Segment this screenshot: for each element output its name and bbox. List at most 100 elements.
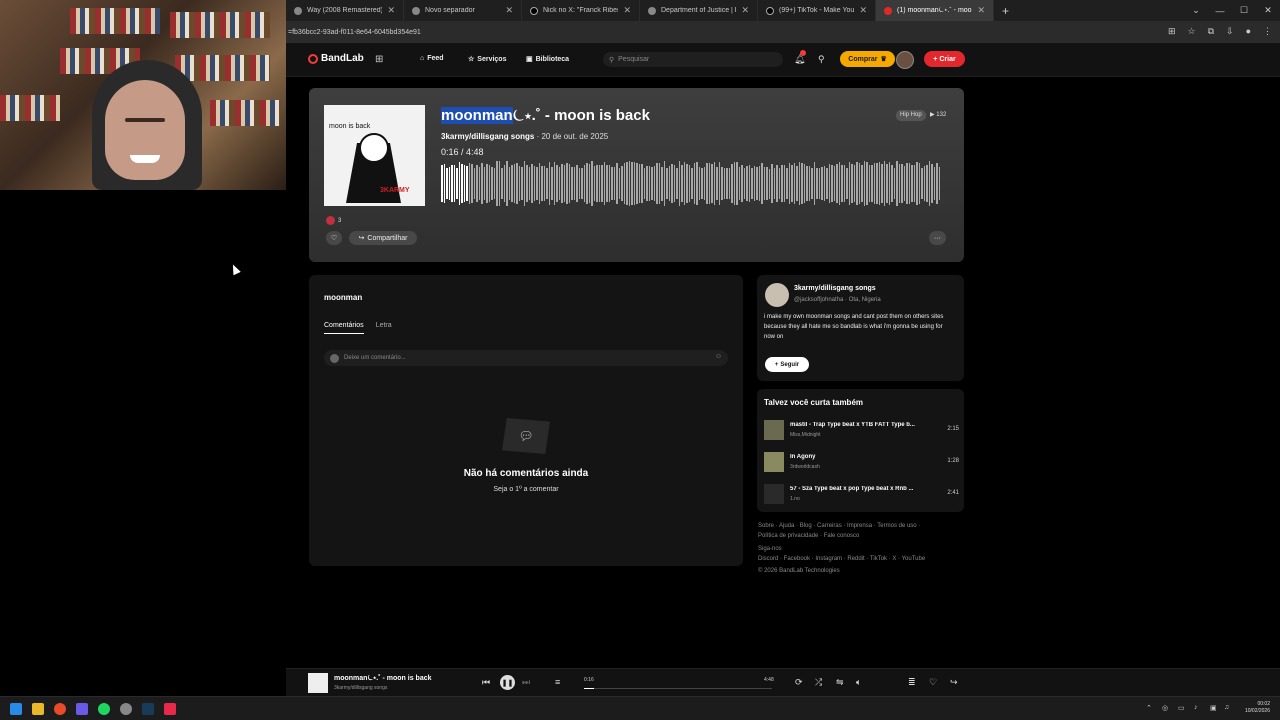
new-tab-button[interactable]: + — [994, 0, 1018, 21]
waveform-bar — [861, 165, 863, 202]
close-icon[interactable]: ✕ — [859, 5, 867, 16]
like-button[interactable]: ♡ — [326, 231, 342, 245]
next-icon[interactable]: ⏭ — [522, 677, 530, 688]
artist-name[interactable]: 3karmy/dillisgang songs — [794, 285, 876, 292]
playlist-add-icon[interactable]: ≣ — [908, 677, 916, 688]
shuffle-icon[interactable]: ⤮ — [815, 677, 822, 688]
app-icon[interactable] — [164, 703, 176, 715]
user-avatar[interactable] — [896, 51, 914, 69]
nav-feed[interactable]: ⌂ Feed — [420, 55, 444, 62]
likes-summary[interactable]: 3 — [326, 216, 341, 225]
waveform-bar — [806, 166, 808, 201]
github-icon[interactable] — [120, 703, 132, 715]
search-input[interactable]: ⚲ Pesquisar — [603, 52, 783, 67]
steam-icon[interactable] — [142, 703, 154, 715]
close-icon[interactable]: ✕ — [505, 5, 513, 16]
waveform-bar — [583, 165, 585, 202]
chrome-icon[interactable] — [54, 703, 66, 715]
create-button[interactable]: + Criar — [924, 51, 965, 67]
queue-icon[interactable]: ≡ — [555, 677, 560, 687]
bandlab-logo[interactable]: BandLab — [308, 53, 364, 64]
list-item[interactable]: mastil - Trap Type beat x YTB FATT Type … — [764, 420, 959, 444]
share-icon[interactable]: ↪ — [950, 677, 958, 688]
tray-app-icon[interactable]: ▭ — [1178, 704, 1185, 712]
browser-tab-active[interactable]: (1) moonman⏾⋆.˚ - moon i ✕ — [876, 0, 994, 21]
autoplay-icon[interactable]: ⇋ — [836, 677, 844, 688]
url-text[interactable]: =fb36bcc2-93ad-f011-8e64-6045bd354e91 — [288, 29, 421, 36]
browser-tab[interactable]: (99+) TikTok - Make Your Day✕ — [758, 0, 876, 21]
tab-comments[interactable]: Comentários — [324, 322, 364, 334]
microphone-icon[interactable]: ♪ — [1194, 704, 1198, 711]
windows-start-icon[interactable] — [10, 703, 22, 715]
track-artist-link[interactable]: 3karmy/dillisgang songs — [441, 132, 534, 141]
notifications-bell-icon[interactable]: 🔔︎ — [794, 50, 806, 65]
discord-icon[interactable] — [76, 703, 88, 715]
minimize-icon[interactable]: — — [1208, 6, 1232, 16]
artist-avatar[interactable] — [765, 283, 789, 307]
bookshelf-row — [170, 12, 270, 38]
close-icon[interactable]: ✕ — [741, 5, 749, 16]
pause-button[interactable]: ❚❚ — [500, 675, 515, 690]
browser-tab[interactable]: Novo separador ✕ — [404, 0, 522, 21]
repeat-icon[interactable]: ⟳ — [795, 677, 803, 688]
spotify-icon[interactable] — [98, 703, 110, 715]
browser-tab[interactable]: Nick no X: "Franck Ribery foun✕ — [522, 0, 640, 21]
waveform-bar — [828, 164, 830, 203]
tray-app-icon[interactable]: ◎ — [1162, 704, 1168, 712]
waveform-bar — [491, 167, 493, 200]
menu-dots-icon[interactable]: ⋮ — [1263, 26, 1272, 37]
apps-grid-icon[interactable]: ⊞ — [375, 54, 383, 65]
waveform-bar — [723, 168, 725, 199]
player-artist[interactable]: 3karmy/dillisgang songs — [334, 685, 387, 691]
waveform[interactable] — [441, 161, 948, 206]
waveform-bar — [643, 168, 645, 199]
taskbar-clock[interactable]: 00:02 10/02/2026 — [1245, 701, 1270, 715]
more-options-button[interactable]: ··· — [929, 231, 946, 245]
footer-follow-label: Siga-nos — [758, 546, 782, 552]
buy-button[interactable]: Comprar ♛ — [840, 51, 895, 67]
heart-icon[interactable]: ♡ — [929, 677, 937, 688]
profile-icon[interactable]: ● — [1246, 26, 1251, 37]
volume-icon[interactable]: ♫ — [1224, 704, 1229, 711]
install-icon[interactable]: ⊞ — [1168, 26, 1176, 37]
file-explorer-icon[interactable] — [32, 703, 44, 715]
bookmark-star-icon[interactable]: ☆ — [1188, 26, 1196, 37]
waveform-bar — [873, 163, 875, 204]
close-window-icon[interactable]: ✕ — [1256, 5, 1280, 16]
nav-services[interactable]: ☆ Serviços — [468, 55, 506, 64]
player-progress-bar[interactable] — [584, 688, 772, 689]
footer-social-links[interactable]: Discord · Facebook · Instagram · Reddit … — [758, 554, 968, 564]
list-item[interactable]: 57 - Sza Type beat x pop Type beat x Rnb… — [764, 484, 959, 508]
share-button[interactable]: ↪ Compartilhar — [349, 231, 417, 245]
player-title[interactable]: moonman⏾⋆.˚ - moon is back — [334, 675, 432, 683]
player-cover[interactable] — [308, 673, 328, 693]
volume-icon[interactable]: 🔈︎ — [856, 677, 861, 688]
footer-links[interactable]: Sobre · Ajuda · Blog · Carreiras · Impre… — [758, 521, 968, 531]
tab-lyrics[interactable]: Letra — [376, 322, 392, 334]
waveform-bar — [893, 167, 895, 200]
display-icon[interactable]: ▣ — [1210, 704, 1217, 712]
nav-library[interactable]: ▣ Biblioteca — [526, 55, 569, 64]
previous-icon[interactable]: ⏮ — [482, 677, 490, 688]
list-item[interactable]: In Agony 3rdworldcash 1:28 — [764, 452, 959, 476]
footer-links[interactable]: Política de privacidade · Fale conosco — [758, 531, 968, 541]
track-cover-art[interactable]: moon is back 3KARMY — [324, 105, 425, 206]
search-icon[interactable]: ⚲ — [818, 54, 825, 65]
emoji-icon[interactable]: ☺ — [715, 353, 722, 360]
downloads-icon[interactable]: ⇩ — [1226, 26, 1234, 37]
browser-tab[interactable]: Department of Justice | Epstein✕ — [640, 0, 758, 21]
extensions-icon[interactable]: ⧉ — [1208, 26, 1214, 37]
tab-search-icon[interactable]: ⌄ — [1184, 5, 1208, 16]
browser-tab[interactable]: Way (2008 Remastered) - Y✕ — [286, 0, 404, 21]
tray-chevron-icon[interactable]: ⌃ — [1146, 704, 1152, 712]
genre-badge[interactable]: Hip Hop — [896, 110, 926, 121]
maximize-icon[interactable]: ☐ — [1232, 5, 1256, 16]
close-icon[interactable]: ✕ — [387, 5, 395, 16]
address-bar[interactable]: =fb36bcc2-93ad-f011-8e64-6045bd354e91 ⊞ … — [286, 21, 1280, 43]
close-icon[interactable]: ✕ — [977, 5, 985, 16]
comment-input[interactable]: Deixe um comentário... ☺ — [324, 350, 728, 366]
waveform-bar — [486, 164, 488, 203]
follow-button[interactable]: + Seguir — [765, 357, 809, 372]
close-icon[interactable]: ✕ — [623, 5, 631, 16]
site-footer: Sobre · Ajuda · Blog · Carreiras · Impre… — [758, 521, 968, 576]
